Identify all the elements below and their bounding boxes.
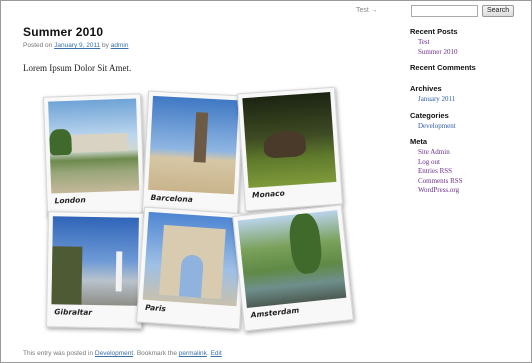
archives-list: January 2011 (410, 95, 520, 105)
recent-post-link[interactable]: Summer 2010 (418, 48, 520, 58)
footer-middle: . Bookmark the (133, 350, 177, 357)
search-input[interactable] (411, 5, 478, 17)
footer-prefix: This entry was posted in (23, 350, 94, 357)
photo-london-image (48, 98, 140, 194)
post-title[interactable]: Summer 2010 (23, 25, 343, 39)
categories-list: Development (410, 122, 520, 132)
widget-title-archives: Archives (410, 84, 442, 93)
post-meta-by: by (102, 42, 109, 49)
footer-permalink-link[interactable]: permalink (179, 350, 207, 357)
widget-title-recent-posts: Recent Posts (410, 27, 458, 36)
meta-comments-rss-link[interactable]: Comments RSS (418, 177, 520, 187)
photo-paris-image (142, 211, 243, 307)
photo-barcelona[interactable]: Barcelona (141, 90, 245, 218)
post-header: Summer 2010 Posted on January 9, 2011 by… (23, 25, 343, 49)
photo-monaco-image (242, 92, 337, 188)
meta-log-out-link[interactable]: Log out (418, 158, 520, 168)
meta-site-admin-link[interactable]: Site Admin (418, 148, 520, 158)
widget-title-categories: Categories (410, 110, 449, 120)
photo-monaco[interactable]: Monaco (237, 86, 343, 212)
post-footer: This entry was posted in Development. Bo… (23, 350, 222, 357)
search-button[interactable]: Search (482, 5, 515, 17)
footer-category-link[interactable]: Development (95, 350, 133, 357)
meta-list: Site Admin Log out Entries RSS Comments … (410, 148, 520, 196)
widget-title-recent-comments: Recent Comments (410, 63, 476, 72)
archive-link[interactable]: January 2011 (418, 95, 520, 105)
footer-sep: . (206, 350, 209, 357)
nav-link-test[interactable]: Test → (356, 7, 378, 14)
meta-entries-rss-link[interactable]: Entries RSS (418, 167, 520, 177)
post-date-link[interactable]: January 9, 2011 (54, 42, 100, 49)
widget-title-meta: Meta (410, 137, 428, 146)
photo-amsterdam-image (237, 210, 347, 309)
photo-gibraltar[interactable]: Gibraltar (45, 211, 145, 329)
photo-barcelona-image (148, 95, 239, 195)
photo-amsterdam[interactable]: Amsterdam (232, 204, 354, 332)
recent-posts-list: Test Summer 2010 (410, 38, 520, 57)
post-meta: Posted on January 9, 2011 by admin (23, 42, 343, 49)
post-body: Lorem Ipsum Dolor Sit Amet. (23, 63, 132, 73)
post-author-link[interactable]: admin (111, 42, 129, 49)
photo-london-caption: London (54, 195, 86, 206)
sidebar: Recent Posts Test Summer 2010 Recent Com… (410, 27, 520, 196)
photo-gibraltar-caption: Gibraltar (54, 307, 93, 317)
photo-gibraltar-image (51, 216, 139, 306)
photo-london[interactable]: London (42, 93, 146, 217)
recent-post-link[interactable]: Test (418, 38, 520, 48)
category-link[interactable]: Development (418, 122, 520, 132)
photo-paris[interactable]: Paris (136, 206, 248, 330)
post-meta-prefix: Posted on (23, 42, 53, 49)
footer-edit-link[interactable]: Edit (211, 350, 222, 357)
search-form: Search (411, 5, 515, 17)
meta-wordpress-link[interactable]: WordPress.org (418, 186, 520, 196)
